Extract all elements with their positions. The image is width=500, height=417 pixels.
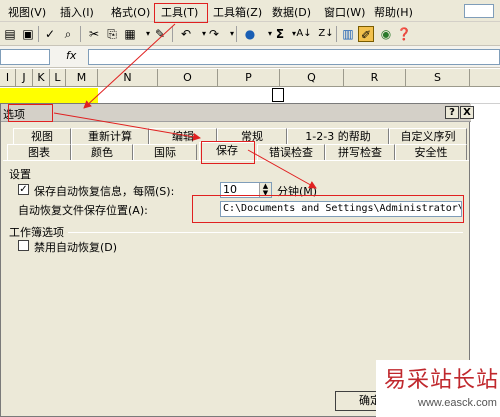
annotation-arrows xyxy=(53,23,317,189)
arrow-to-location xyxy=(247,149,317,189)
watermark-text: 易采站长站 xyxy=(384,368,500,393)
watermark-url: www.easck.com xyxy=(418,397,497,409)
arrow-to-save-tab xyxy=(53,112,201,141)
arrow-to-dialog xyxy=(83,23,176,109)
